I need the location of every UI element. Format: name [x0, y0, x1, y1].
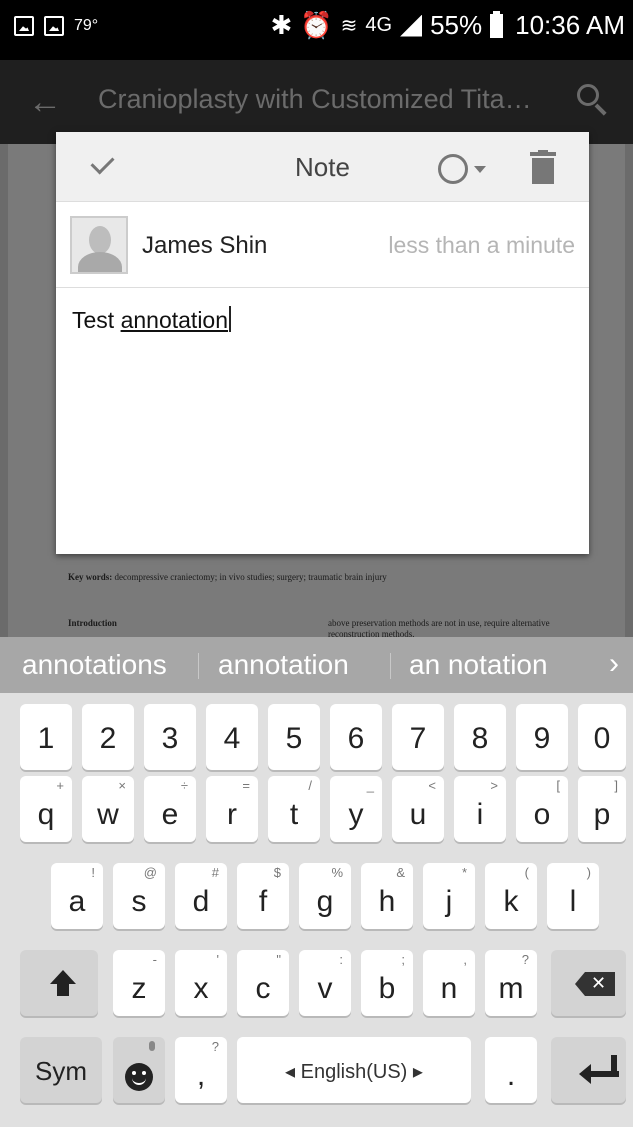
clock-text: 10:36 AM	[515, 10, 625, 40]
key-r[interactable]: = r	[206, 776, 258, 842]
trash-icon[interactable]	[530, 150, 556, 184]
key-5[interactable]: 5	[268, 704, 320, 770]
enter-arrow-icon	[579, 1055, 619, 1085]
keywords-text: decompressive craniectomy; in vivo studi…	[114, 572, 387, 582]
key-g[interactable]: % g	[299, 863, 351, 929]
suggestion-divider	[198, 653, 199, 679]
key-0[interactable]: 0	[578, 704, 626, 770]
key-w[interactable]: × w	[82, 776, 134, 842]
mail-notification-icon	[44, 16, 64, 36]
key-d[interactable]: # d	[175, 863, 227, 929]
key-b[interactable]: ; b	[361, 950, 413, 1016]
status-bar-right: ✱ ⏰ ≋ 4G 55% 10:36 AM	[270, 10, 625, 41]
color-dropdown-button[interactable]	[438, 154, 498, 184]
keywords-label: Key words:	[68, 572, 113, 582]
key-f[interactable]: $ f	[237, 863, 289, 929]
backspace-key[interactable]: ✕	[551, 950, 626, 1016]
status-bar: 79° ✱ ⏰ ≋ 4G 55% 10:36 AM	[0, 0, 633, 60]
key-4[interactable]: 4	[206, 704, 258, 770]
key-u[interactable]: < u	[392, 776, 444, 842]
keyboard: 1 2 3 4 5 6 7 8 9 0 + q × w ÷ e = r / t _ y < u…	[0, 693, 633, 1127]
suggestion-bar: annotations annotation an notation ›	[0, 637, 633, 693]
key-q[interactable]: + q	[20, 776, 72, 842]
key-7[interactable]: 7	[392, 704, 444, 770]
key-9[interactable]: 9	[516, 704, 568, 770]
shift-arrow-icon	[50, 970, 76, 998]
key-s[interactable]: @ s	[113, 863, 165, 929]
comma-key[interactable]: ?,	[175, 1037, 227, 1103]
key-o[interactable]: [o	[516, 776, 568, 842]
alarm-icon: ⏰	[300, 10, 333, 40]
key-l[interactable]: ) l	[547, 863, 599, 929]
backspace-icon: ✕	[575, 972, 615, 996]
intro-heading: Introduction	[68, 618, 117, 628]
battery-icon	[490, 10, 504, 38]
space-bar[interactable]: ◂ English(US) ▸	[237, 1037, 471, 1103]
key-2[interactable]: 2	[82, 704, 134, 770]
wifi-icon: ≋	[340, 15, 358, 37]
bluetooth-icon: ✱	[270, 10, 293, 40]
key-y[interactable]: _ y	[330, 776, 382, 842]
timestamp: less than a minute	[388, 232, 575, 258]
signal-icon	[400, 14, 423, 37]
key-h[interactable]: & h	[361, 863, 413, 929]
microphone-icon	[149, 1041, 155, 1051]
suggestion-1[interactable]: annotations	[22, 649, 167, 681]
caret-down-icon	[474, 166, 486, 173]
network-type-text: 4G	[365, 14, 393, 36]
chevron-right-icon[interactable]: ›	[609, 647, 619, 681]
note-header: Note	[56, 132, 589, 202]
key-8[interactable]: 8	[454, 704, 506, 770]
key-z[interactable]: -z	[113, 950, 165, 1016]
key-n[interactable]: ,n	[423, 950, 475, 1016]
composing-word: annotation	[120, 307, 229, 333]
key-k[interactable]: (k	[485, 863, 537, 929]
emoji-icon	[125, 1063, 153, 1091]
key-v[interactable]: :v	[299, 950, 351, 1016]
key-i[interactable]: > i	[454, 776, 506, 842]
text-cursor	[229, 306, 232, 332]
key-e[interactable]: ÷ e	[144, 776, 196, 842]
note-title: Note	[295, 152, 350, 182]
key-p[interactable]: ] p	[578, 776, 626, 842]
author-row: James Shin less than a minute	[56, 202, 589, 288]
period-key[interactable]: .	[485, 1037, 537, 1103]
check-icon[interactable]	[86, 154, 116, 178]
key-1[interactable]: 1	[20, 704, 72, 770]
gallery-notification-icon	[14, 16, 34, 36]
author-name: James Shin	[142, 232, 268, 259]
keywords-line: Key words: decompressive craniectomy; in…	[68, 572, 588, 582]
back-arrow-icon[interactable]: ←	[28, 82, 68, 122]
shift-key[interactable]	[20, 950, 98, 1016]
temperature-text: 79°	[74, 17, 99, 34]
key-m[interactable]: ? m	[485, 950, 537, 1016]
language-label: ◂ English(US) ▸	[285, 1061, 423, 1083]
suggestion-2[interactable]: annotation	[218, 649, 349, 681]
document-title: Cranioplasty with Customized Tita…	[98, 84, 532, 114]
emoji-key[interactable]	[113, 1037, 165, 1103]
note-dialog: Note James Shin less than a minute Test …	[56, 132, 589, 554]
key-t[interactable]: / t	[268, 776, 320, 842]
circle-icon	[438, 154, 468, 184]
sym-key[interactable]: Sym	[20, 1037, 102, 1103]
status-bar-left: 79°	[14, 16, 98, 36]
enter-key[interactable]	[551, 1037, 626, 1103]
key-x[interactable]: ' x	[175, 950, 227, 1016]
search-icon[interactable]	[575, 82, 611, 118]
avatar	[70, 216, 128, 274]
battery-text: 55%	[430, 10, 483, 40]
note-word: Test	[72, 307, 115, 333]
suggestion-divider	[390, 653, 391, 679]
suggestion-3[interactable]: an notation	[409, 649, 548, 681]
key-3[interactable]: 3	[144, 704, 196, 770]
key-c[interactable]: " c	[237, 950, 289, 1016]
key-a[interactable]: ! a	[51, 863, 103, 929]
note-text-input[interactable]: Test annotation	[72, 306, 232, 334]
key-6[interactable]: 6	[330, 704, 382, 770]
key-j[interactable]: * j	[423, 863, 475, 929]
